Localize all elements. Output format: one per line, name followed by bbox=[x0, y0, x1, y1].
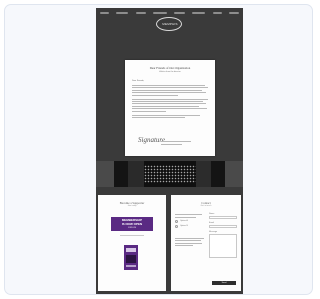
email-field[interactable] bbox=[209, 225, 237, 228]
signature: Signature bbox=[138, 136, 165, 144]
logo-text: MEMPHIS bbox=[162, 22, 178, 26]
radio-button[interactable] bbox=[175, 219, 178, 223]
form-subtitle: Get in touch bbox=[200, 205, 212, 207]
nav-item[interactable] bbox=[135, 12, 146, 14]
nav-item[interactable] bbox=[116, 12, 129, 14]
nav-item[interactable] bbox=[212, 12, 222, 14]
form-fields: Name Email Message bbox=[209, 213, 237, 258]
gallery-image bbox=[144, 165, 196, 183]
membership-promo-panel: Become a Supporter Join today MEMBERSHIP… bbox=[98, 195, 166, 291]
director-letter: Dear Friends of Our Organization A lette… bbox=[125, 60, 215, 156]
radio-button[interactable] bbox=[175, 224, 178, 228]
top-navigation bbox=[96, 10, 243, 16]
contact-form-panel: Contact Get in touch Option A Option B N… bbox=[171, 195, 241, 291]
nav-item[interactable] bbox=[152, 12, 167, 14]
nav-item[interactable] bbox=[228, 12, 239, 14]
letter-paragraph bbox=[132, 98, 208, 112]
radio-label: Option A bbox=[180, 219, 188, 222]
nav-item[interactable] bbox=[100, 12, 109, 14]
promo-subtitle: Join today bbox=[127, 205, 137, 207]
message-field[interactable] bbox=[209, 234, 237, 258]
letter-paragraph bbox=[132, 85, 208, 96]
nav-item[interactable] bbox=[192, 12, 206, 14]
banner-small-text: JOIN US bbox=[128, 227, 136, 229]
preview-card: MEMPHIS Dear Friends of Our Organization… bbox=[4, 4, 313, 295]
photo-gallery-strip[interactable] bbox=[96, 161, 243, 187]
signature-note bbox=[161, 140, 191, 145]
website-screenshot[interactable]: MEMPHIS Dear Friends of Our Organization… bbox=[96, 8, 243, 294]
radio-option[interactable]: Option A bbox=[175, 219, 205, 223]
name-field[interactable] bbox=[209, 216, 237, 219]
divider bbox=[120, 235, 144, 236]
letter-subtitle: A letter from the director bbox=[159, 71, 181, 73]
site-logo[interactable]: MEMPHIS bbox=[156, 17, 182, 31]
book-cover-image[interactable] bbox=[124, 245, 138, 270]
membership-banner[interactable]: MEMBERSHIP IS NOW OPEN JOIN US bbox=[111, 217, 153, 231]
letter-paragraph bbox=[132, 114, 208, 118]
letter-greeting: Dear Friends, bbox=[132, 80, 145, 82]
letter-title: Dear Friends of Our Organization bbox=[149, 66, 191, 70]
form-left-column: Option A Option B bbox=[175, 213, 205, 246]
radio-label: Option B bbox=[180, 224, 188, 227]
radio-option[interactable]: Option B bbox=[175, 224, 205, 228]
submit-button[interactable]: Send bbox=[212, 281, 236, 285]
nav-item[interactable] bbox=[174, 12, 186, 14]
